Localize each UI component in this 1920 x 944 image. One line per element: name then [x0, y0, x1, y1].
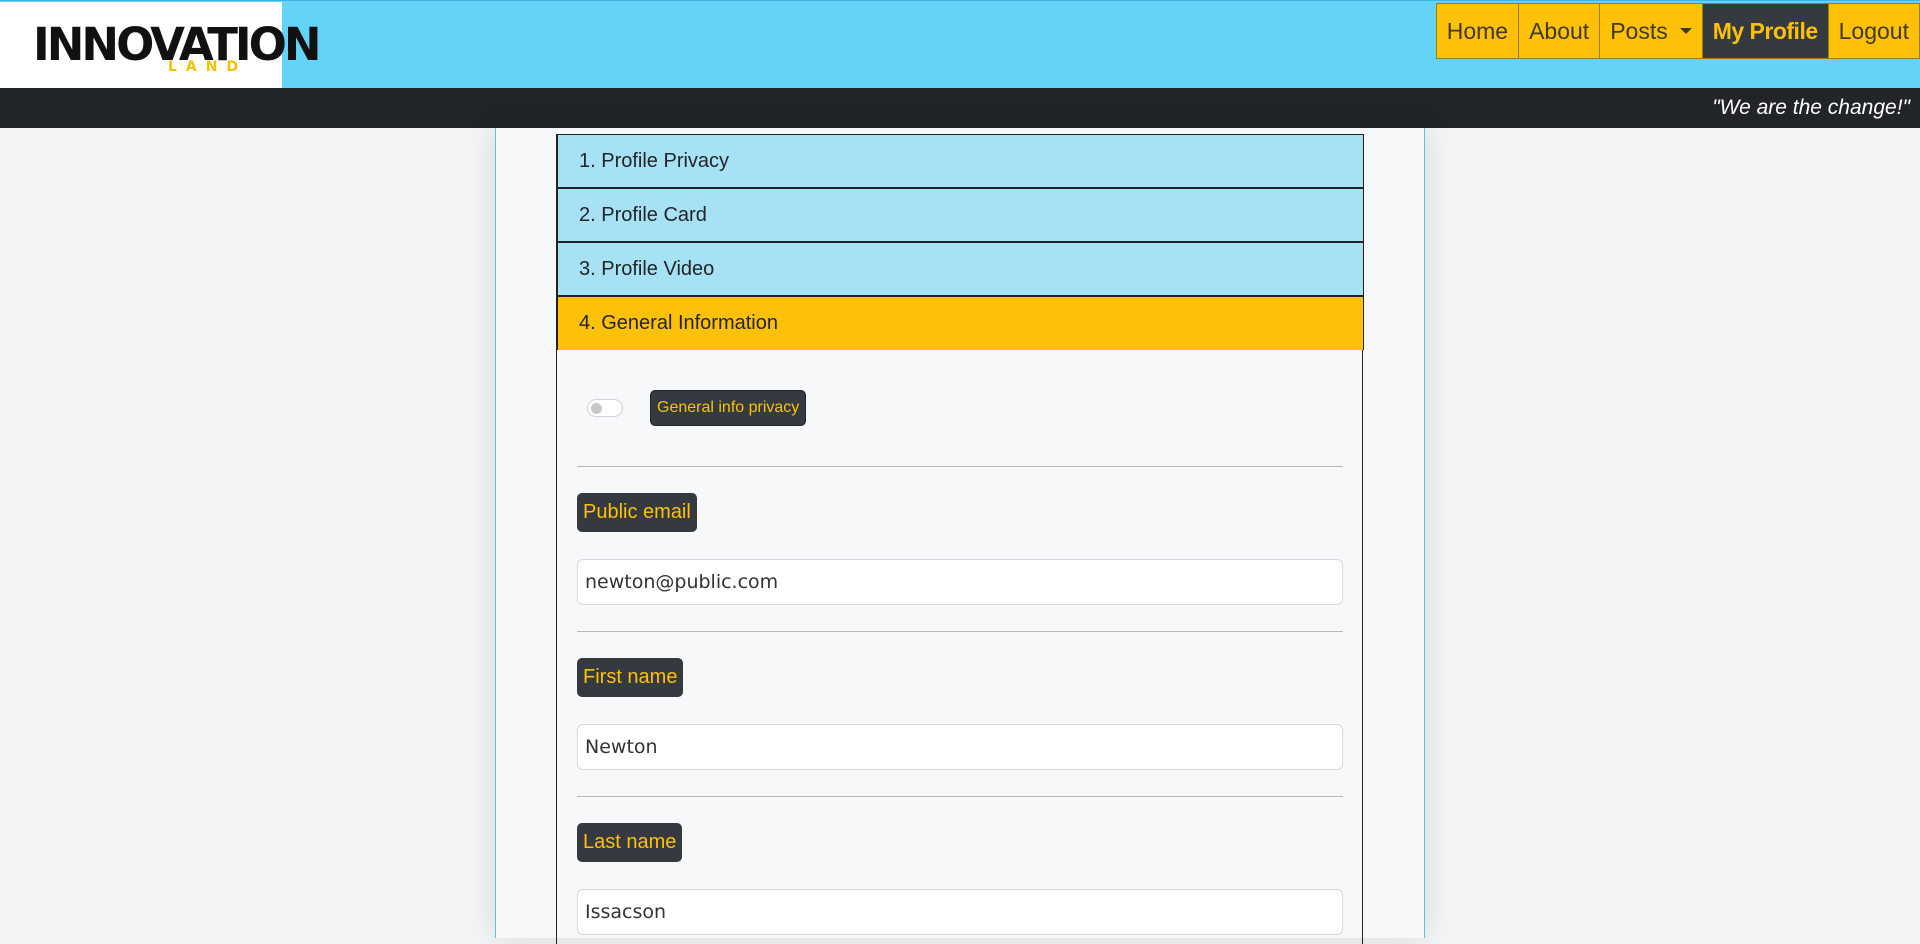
privacy-row: General info privacy	[577, 350, 1342, 466]
accordion-general-information[interactable]: 4. General Information	[557, 296, 1364, 350]
logo-subtitle: LAND	[168, 59, 248, 75]
profile-accordion: 1. Profile Privacy 2. Profile Card 3. Pr…	[556, 134, 1364, 944]
brand-logo[interactable]: INNOVATION LAND	[0, 2, 322, 89]
first-name-input[interactable]	[577, 724, 1343, 770]
nav-about[interactable]: About	[1518, 3, 1600, 59]
first-name-label: First name	[577, 658, 684, 697]
accordion-profile-privacy[interactable]: 1. Profile Privacy	[557, 134, 1364, 188]
last-name-label: Last name	[577, 823, 683, 862]
nav-posts-dropdown[interactable]: Posts	[1599, 3, 1702, 59]
accordion-profile-video[interactable]: 3. Profile Video	[557, 242, 1364, 296]
main-nav: Home About Posts My Profile Logout	[1435, 3, 1920, 59]
public-email-input[interactable]	[577, 559, 1343, 605]
toggle-knob	[591, 403, 602, 414]
profile-panel: 1. Profile Privacy 2. Profile Card 3. Pr…	[495, 128, 1425, 944]
last-name-input[interactable]	[577, 889, 1343, 935]
nav-posts-label: Posts	[1610, 17, 1668, 44]
tagline: "We are the change!"	[1712, 96, 1910, 119]
public-email-label: Public email	[577, 493, 697, 532]
tagline-bar: "We are the change!"	[0, 88, 1920, 128]
divider	[577, 466, 1343, 467]
accordion-profile-card[interactable]: 2. Profile Card	[557, 188, 1364, 242]
divider	[577, 631, 1343, 632]
divider	[577, 796, 1343, 797]
top-navbar: INNOVATION LAND Home About Posts My Prof…	[0, 0, 1920, 89]
nav-home[interactable]: Home	[1435, 3, 1519, 59]
general-info-privacy-label[interactable]: General info privacy	[650, 390, 807, 426]
nav-my-profile[interactable]: My Profile	[1701, 3, 1828, 59]
chevron-down-icon	[1679, 28, 1692, 34]
nav-logout[interactable]: Logout	[1827, 3, 1920, 59]
general-information-body: General info privacy Public email First …	[557, 350, 1362, 935]
general-info-privacy-toggle[interactable]	[587, 399, 623, 417]
